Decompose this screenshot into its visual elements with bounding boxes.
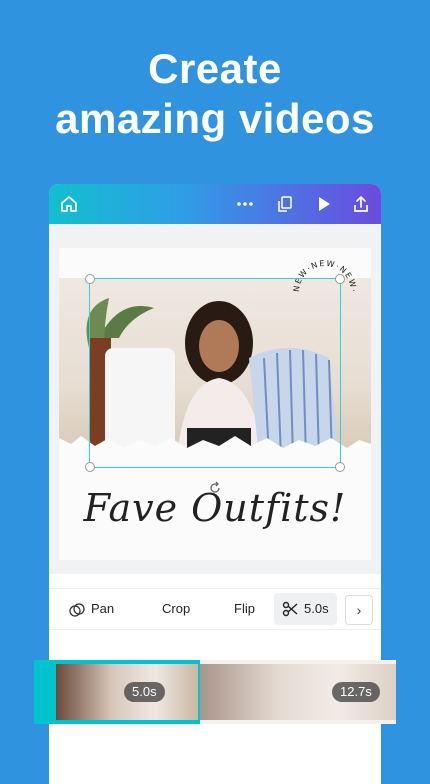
headline-line-1: Create <box>148 45 282 92</box>
home-icon[interactable] <box>59 194 79 214</box>
share-icon[interactable] <box>351 194 371 214</box>
resize-handle-top-left[interactable] <box>85 274 95 284</box>
timeline-clip-2[interactable]: 12.7s <box>200 660 396 724</box>
timeline: 5.0s 12.7s <box>34 660 396 724</box>
headline: Create amazing videos <box>0 44 430 144</box>
resize-handle-bottom-right[interactable] <box>335 462 345 472</box>
play-icon[interactable] <box>313 194 333 214</box>
more-icon[interactable] <box>235 194 255 214</box>
selection-box[interactable] <box>85 274 345 493</box>
timeline-clip-1[interactable]: 5.0s <box>34 660 200 724</box>
pan-label: Pan <box>91 601 115 616</box>
headline-line-2: amazing videos <box>55 95 375 142</box>
edit-toolbar: Pan Crop Flip 5.0s › <box>49 588 381 630</box>
clip-duration-badge: 5.0s <box>124 682 165 702</box>
editor-topbar <box>49 184 381 224</box>
design-page[interactable]: NEW·NEW·NEW· Fave Outfits! <box>59 248 371 560</box>
clip-duration-badge: 12.7s <box>332 682 380 702</box>
pages-icon[interactable] <box>275 194 295 214</box>
pan-icon <box>69 602 85 617</box>
flip-tool[interactable]: Flip <box>234 589 255 629</box>
scissors-icon <box>282 601 298 617</box>
duration-tool[interactable]: 5.0s <box>274 593 337 625</box>
pan-tool[interactable]: Pan <box>69 589 114 629</box>
resize-handle-bottom-left[interactable] <box>85 462 95 472</box>
next-tools-button[interactable]: › <box>345 595 373 625</box>
crop-tool[interactable]: Crop <box>162 589 190 629</box>
resize-handle-top-right[interactable] <box>335 274 345 284</box>
design-script-title[interactable]: Fave Outfits! <box>59 486 371 530</box>
duration-label: 5.0s <box>304 601 329 616</box>
